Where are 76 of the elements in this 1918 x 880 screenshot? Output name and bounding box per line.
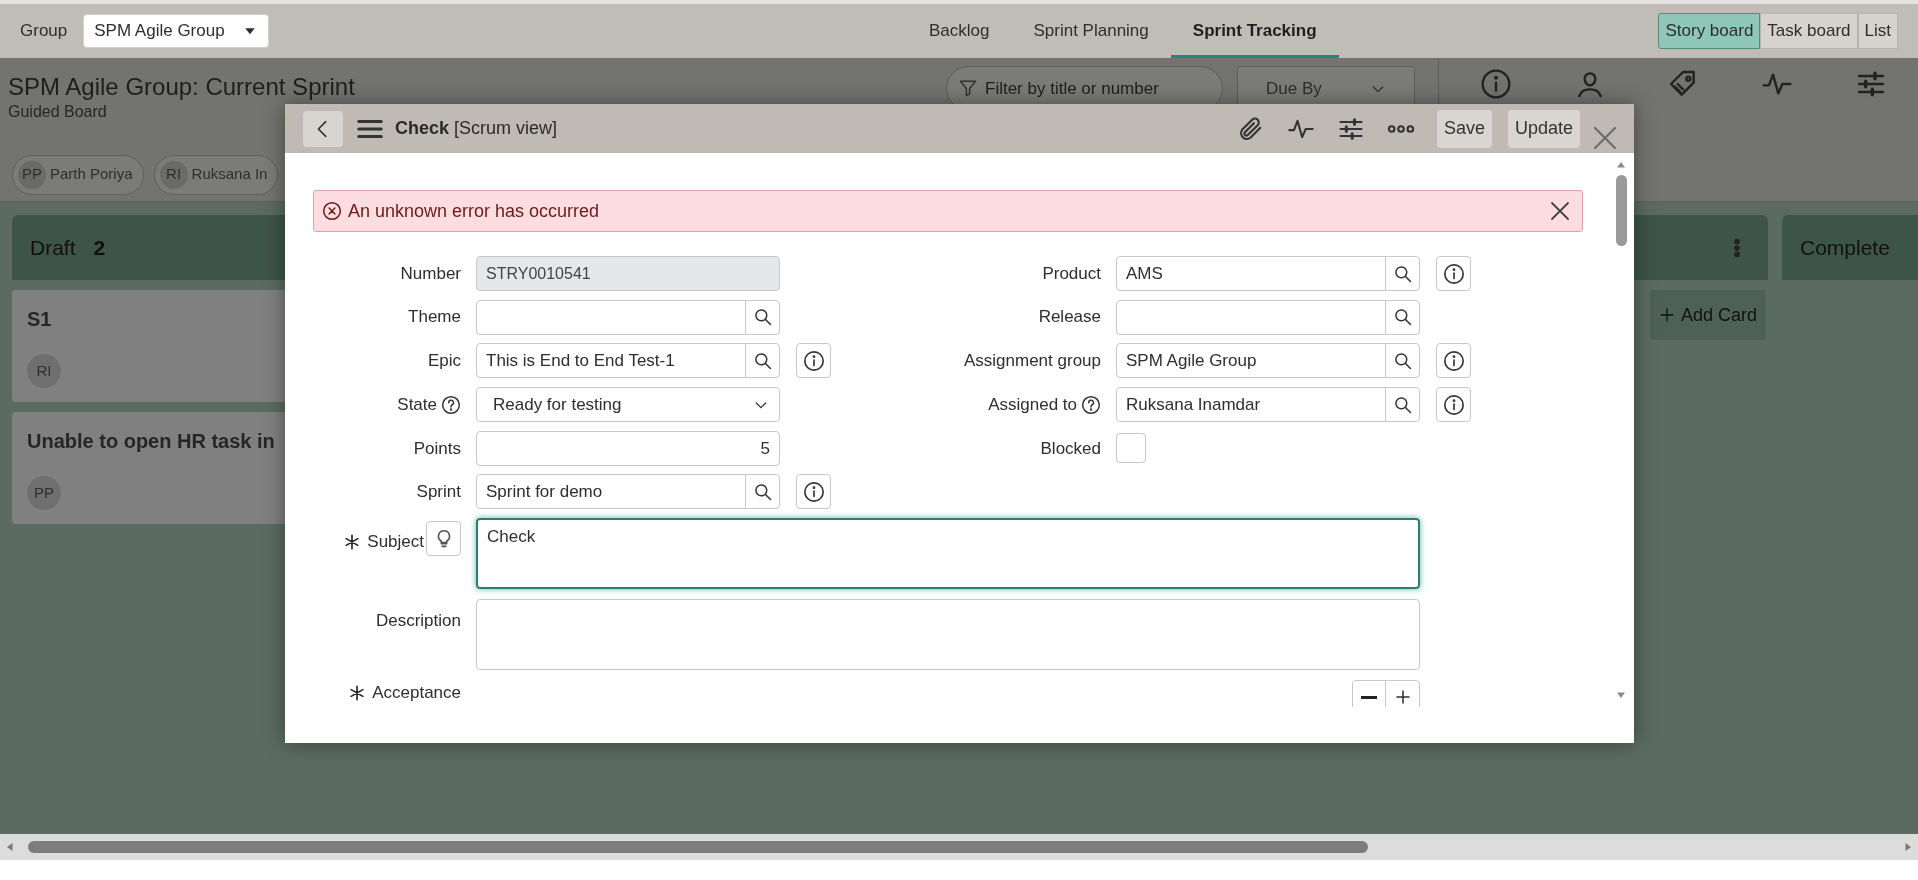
info-icon[interactable] (1479, 68, 1512, 100)
column-header: Complete (1782, 215, 1918, 280)
info-button[interactable] (1436, 256, 1471, 291)
record-title: Check [Scrum view] (395, 117, 558, 140)
info-icon (1442, 349, 1465, 372)
field-label: Assignment group (963, 350, 1101, 373)
card-title: S1 (27, 307, 53, 332)
nav-tab[interactable]: Backlog (907, 4, 1012, 58)
field-label: Blocked (1040, 437, 1101, 460)
board-title: SPM Agile Group: Current Sprint (8, 72, 356, 102)
readonly-field: STRY0010541 (476, 256, 780, 291)
info-button[interactable] (1436, 387, 1471, 423)
state-select[interactable]: Ready for testing (476, 387, 780, 423)
text-area[interactable]: Check (476, 518, 1420, 590)
avatar-initials: PP (27, 476, 61, 510)
field-label: Epic (427, 350, 461, 373)
reference-field[interactable]: Ruksana Inamdar (1116, 387, 1420, 423)
field-label: Sprint (416, 481, 461, 504)
reference-field[interactable]: Sprint for demo (476, 474, 780, 510)
reference-field[interactable] (1116, 299, 1420, 335)
number-field[interactable]: 5 (476, 430, 780, 466)
avatar-initials: RI (159, 160, 188, 189)
reference-field[interactable]: SPM Agile Group (1116, 343, 1420, 379)
search-icon[interactable] (1392, 307, 1413, 328)
view-toggle[interactable]: List (1857, 13, 1898, 49)
plus-icon (1393, 688, 1412, 707)
search-icon[interactable] (1392, 350, 1413, 371)
view-toggle[interactable]: Story board (1658, 13, 1761, 49)
info-icon (1442, 262, 1465, 285)
search-icon[interactable] (1392, 394, 1413, 415)
error-icon (322, 201, 342, 221)
error-banner: An unknown error has occurred (313, 190, 1583, 232)
minus-icon (1361, 695, 1377, 699)
search-icon[interactable] (1392, 263, 1413, 284)
search-icon[interactable] (752, 307, 773, 328)
field-label: Subject (367, 531, 424, 554)
back-button[interactable] (303, 110, 343, 147)
reference-field[interactable]: This is End to End Test-1 (476, 343, 780, 379)
scrollbar-thumb[interactable] (28, 841, 1368, 853)
nav-tab[interactable]: Sprint Planning (1011, 4, 1171, 58)
field-label: Number (400, 262, 461, 285)
help-icon[interactable] (441, 394, 461, 415)
action-button[interactable]: Update (1507, 109, 1580, 148)
help-icon[interactable] (1081, 394, 1101, 415)
scrollbar-thumb[interactable] (1615, 175, 1627, 246)
field-label: Assigned to (988, 393, 1077, 416)
view-toggle[interactable]: Task board (1760, 13, 1858, 49)
info-button[interactable] (796, 343, 831, 379)
field-label: Description (375, 610, 461, 633)
info-button[interactable] (796, 474, 831, 510)
field-label: Theme (408, 306, 461, 329)
group-label: Group (20, 20, 68, 43)
field-label: Acceptance (372, 683, 461, 704)
info-icon (1442, 393, 1465, 416)
field-label: Release (1038, 306, 1101, 329)
board-subtitle: Guided Board (8, 102, 108, 122)
card-title: Unable to open HR task in (27, 429, 276, 454)
funnel-icon (958, 78, 978, 98)
avatar-initials: RI (27, 354, 61, 388)
field-label: State (397, 393, 437, 416)
info-button[interactable] (1436, 343, 1471, 379)
search-icon[interactable] (752, 481, 773, 502)
info-icon (802, 480, 825, 503)
reference-field[interactable] (476, 299, 780, 335)
action-button[interactable]: Save (1436, 109, 1492, 148)
avatar-initials: PP (18, 160, 46, 189)
suggestion-button[interactable] (426, 521, 461, 557)
checkbox[interactable] (1116, 433, 1146, 464)
close-icon[interactable] (1548, 199, 1572, 223)
reference-field[interactable]: AMS (1116, 256, 1420, 291)
search-icon[interactable] (752, 350, 773, 371)
plus-icon (1658, 307, 1675, 323)
field-label: Product (1042, 262, 1101, 285)
field-label: Points (413, 437, 461, 460)
info-icon (802, 349, 825, 372)
group-select[interactable]: SPM Agile Group (83, 14, 270, 48)
